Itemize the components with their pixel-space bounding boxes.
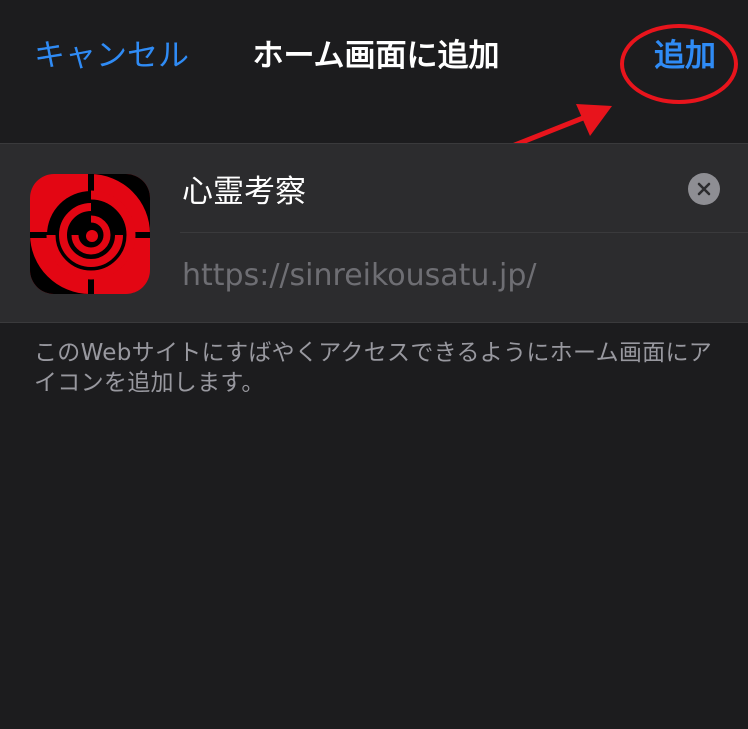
page-title: ホーム画面に追加 [252, 38, 500, 74]
app-icon [30, 174, 150, 294]
navigation-bar: キャンセル ホーム画面に追加 追加 [0, 0, 748, 104]
bookmark-card: 心霊考察 https://sinreikousatu.jp/ [0, 143, 748, 323]
divider [180, 232, 748, 233]
close-icon [697, 182, 711, 196]
url-text: https://sinreikousatu.jp/ [182, 258, 537, 293]
clear-button[interactable] [688, 173, 720, 205]
name-field[interactable]: 心霊考察 [182, 166, 306, 211]
add-button[interactable]: 追加 [654, 30, 716, 75]
description-text: このWebサイトにすばやくアクセスできるようにホーム画面にアイコンを追加します。 [34, 340, 713, 396]
